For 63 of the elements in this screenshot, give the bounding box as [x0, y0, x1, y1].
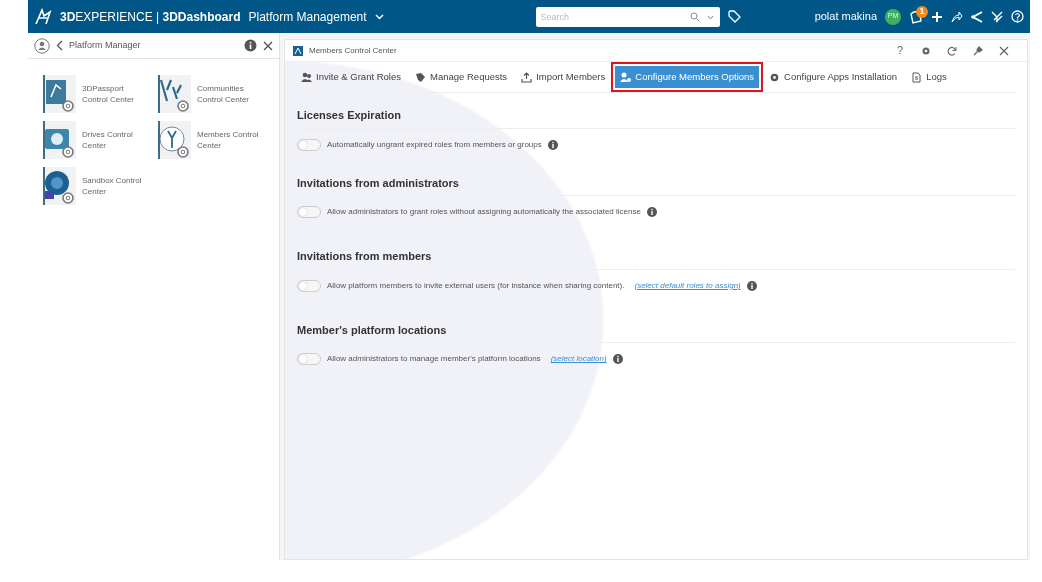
refresh-icon[interactable] [947, 45, 957, 56]
tab[interactable]: Manage Requests [411, 67, 512, 88]
tag-icon[interactable] [727, 10, 741, 23]
toggle-switch[interactable] [297, 353, 321, 366]
option-label: Allow administrators to grant roles without assigning automatically the associated license [327, 206, 641, 219]
notification-badge: 1 [916, 5, 928, 18]
settings-icon[interactable] [769, 71, 781, 83]
notification-icon[interactable] [909, 9, 923, 24]
search-icon[interactable] [689, 11, 700, 22]
info-icon[interactable] [746, 280, 757, 291]
section-heading: Member's platform locations [297, 307, 1015, 344]
tab[interactable]: Logs [907, 67, 951, 88]
app-icon[interactable] [157, 121, 191, 159]
toggle-switch[interactable] [297, 138, 321, 151]
plus-icon[interactable] [931, 10, 943, 23]
link[interactable]: (select default roles to assign) [634, 279, 741, 292]
close-icon[interactable] [263, 40, 273, 51]
app-icon[interactable] [42, 75, 76, 113]
logo-icon [34, 7, 52, 26]
pin-icon[interactable] [973, 45, 983, 56]
tab[interactable]: Invite & Grant Roles [297, 67, 405, 88]
widget-title: Members Control Center [309, 44, 398, 57]
back-icon[interactable] [56, 40, 63, 51]
app-icon[interactable] [157, 75, 191, 113]
app-label[interactable]: Sandbox Control Center [82, 174, 148, 198]
settings-icon[interactable] [921, 45, 931, 56]
share-icon[interactable] [951, 10, 963, 23]
brand-title: 3DEXPERIENCE | 3DDashboard [60, 8, 241, 26]
app-label[interactable]: Communities Control Center [197, 82, 263, 106]
option-label: Allow platform members to invite external users (for instance when sharing content). [327, 279, 625, 292]
tab[interactable]: Configure Apps Installation [765, 67, 902, 88]
app-label[interactable]: 3DPassport Control Center [82, 82, 148, 106]
app-logo-icon [293, 45, 303, 56]
app-label[interactable]: Drives Control Center [82, 128, 148, 152]
info-icon[interactable] [612, 354, 623, 365]
document-icon[interactable] [911, 71, 923, 83]
app-icon[interactable] [42, 121, 76, 159]
tag-icon[interactable] [415, 71, 426, 83]
link[interactable]: (select location) [550, 353, 607, 366]
user-settings-icon[interactable] [620, 71, 632, 83]
toggle-switch[interactable] [297, 279, 321, 292]
upload-icon[interactable] [521, 71, 533, 83]
section-heading: Licenses Expiration [297, 93, 1015, 129]
info-icon[interactable] [646, 207, 657, 218]
user-icon[interactable] [34, 37, 50, 54]
section-heading: Invitations from administrators [297, 160, 1015, 197]
panel-title: Platform Manager [69, 38, 142, 52]
user-name[interactable]: polat makina [814, 8, 877, 25]
toggle-switch[interactable] [297, 206, 321, 219]
tab[interactable]: Import Members [517, 67, 610, 88]
info-icon[interactable] [547, 139, 558, 150]
dashboard-menu[interactable]: Platform Management [248, 7, 367, 26]
help-icon[interactable] [1011, 10, 1024, 23]
close-icon[interactable] [999, 45, 1009, 56]
people-icon[interactable] [301, 71, 312, 83]
option-label: Automatically ungrant expired roles from members or groups [327, 138, 542, 151]
help-button[interactable]: ? [896, 42, 903, 59]
app-label[interactable]: Members Control Center [197, 128, 263, 152]
info-icon[interactable] [244, 39, 257, 52]
app-icon[interactable] [42, 167, 76, 205]
section-heading: Invitations from members [297, 234, 1015, 270]
option-label: Allow administrators to manage member's platform locations [327, 353, 541, 366]
search-field[interactable]: Search [535, 6, 720, 27]
